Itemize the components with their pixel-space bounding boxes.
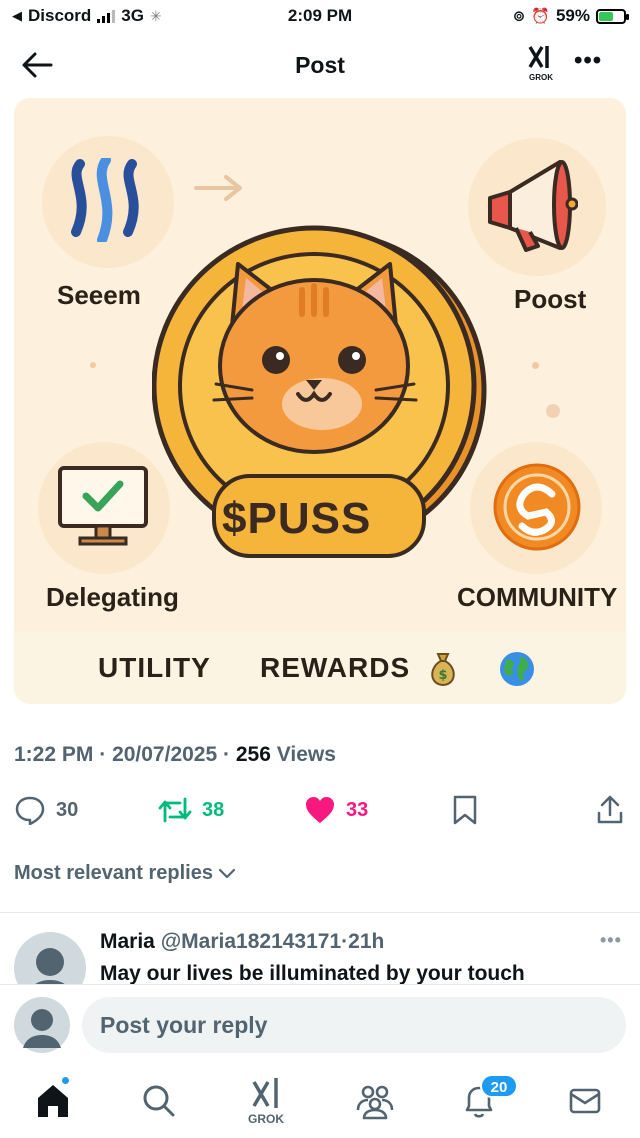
grok-icon xyxy=(252,1078,278,1108)
post-actions: 30 38 33 xyxy=(0,790,640,830)
repost-icon xyxy=(158,797,192,823)
grok-icon xyxy=(528,46,549,68)
coin-ticker: $PUSS xyxy=(222,494,372,543)
battery-fill xyxy=(599,11,613,21)
label-poost: Poost xyxy=(514,284,587,314)
svg-text:$: $ xyxy=(438,668,447,683)
replies-sort-dropdown[interactable]: Most relevant replies xyxy=(14,862,237,885)
notifications-badge: 20 xyxy=(480,1074,518,1098)
post-date: 20/07/2025 xyxy=(112,743,218,766)
reply-more-button[interactable]: ••• xyxy=(600,930,622,951)
battery-icon xyxy=(596,8,629,24)
reply-age: 21h xyxy=(348,930,385,953)
heart-icon xyxy=(306,797,334,823)
views-count: 256 xyxy=(235,743,271,766)
more-options-button[interactable]: ••• xyxy=(574,49,608,76)
meta-separator: · xyxy=(99,743,107,766)
home-icon xyxy=(38,1085,68,1117)
more-dots-icon: ••• xyxy=(574,47,603,74)
chevron-down-icon xyxy=(218,868,236,878)
divider xyxy=(0,912,640,913)
orientation-lock-icon: ⊚ xyxy=(512,8,526,25)
tab-home[interactable] xyxy=(28,1076,78,1126)
replies-sort-label: Most relevant replies xyxy=(14,862,213,884)
grok-label: GROK xyxy=(529,73,553,82)
post-meta: 1:22 PM · 20/07/2025 · 256 Views xyxy=(14,743,336,767)
band-utility: UTILITY xyxy=(98,652,211,683)
decor-dot xyxy=(90,362,96,368)
post-header: Post GROK ••• xyxy=(0,38,640,94)
meta-separator: · xyxy=(223,743,231,766)
tab-grok[interactable]: GROK xyxy=(242,1076,294,1126)
post-image[interactable]: Seeem Poost $PUSS Delegating COMMUNITY U… xyxy=(14,98,626,704)
reply-composer: Post your reply xyxy=(0,984,640,1062)
repost-button[interactable]: 38 xyxy=(158,790,224,830)
decor-dot xyxy=(532,362,539,369)
share-button[interactable] xyxy=(596,790,624,830)
label-community: COMMUNITY xyxy=(457,582,618,612)
band-rewards: REWARDS xyxy=(260,652,411,683)
more-dots-icon: ••• xyxy=(600,930,622,950)
alarm-icon: ⏰ xyxy=(531,8,550,25)
grok-button[interactable]: GROK xyxy=(522,44,560,88)
tab-communities[interactable] xyxy=(350,1076,400,1126)
like-button[interactable]: 33 xyxy=(304,790,368,830)
community-coin-icon xyxy=(493,463,581,551)
repost-count: 38 xyxy=(202,798,225,821)
reply-count: 30 xyxy=(56,798,79,821)
avatar[interactable] xyxy=(14,932,86,986)
search-icon xyxy=(143,1085,175,1117)
post-time: 1:22 PM xyxy=(14,743,94,766)
tab-grok-label: GROK xyxy=(248,1112,284,1126)
monitor-check-icon xyxy=(58,466,148,546)
label-seeem: Seeem xyxy=(57,280,141,310)
battery-percent: 59% xyxy=(555,6,590,25)
reply-author: Maria @Maria182143171·21h xyxy=(100,930,384,954)
label-delegating: Delegating xyxy=(46,582,179,612)
communities-icon xyxy=(356,1085,394,1120)
avatar[interactable] xyxy=(14,997,70,1053)
arrow-right-icon xyxy=(194,175,242,201)
like-count: 33 xyxy=(346,798,369,821)
reply-bubble-icon xyxy=(15,796,45,825)
reply-text: May our lives be illuminated by your tou… xyxy=(100,962,525,985)
share-icon xyxy=(597,795,623,824)
home-unread-dot xyxy=(60,1075,71,1086)
tab-messages[interactable] xyxy=(560,1076,610,1126)
reply-author-handle[interactable]: @Maria182143171 xyxy=(161,930,341,953)
reply-button[interactable]: 30 xyxy=(14,790,78,830)
status-bar: ◀ Discord 3G ✳ 2:09 PM ⊚ ⏰ 59% xyxy=(0,0,640,34)
bookmark-button[interactable] xyxy=(452,790,478,830)
reply-input[interactable]: Post your reply xyxy=(82,997,626,1053)
bookmark-icon xyxy=(453,795,477,825)
money-bag-icon: $ xyxy=(431,653,455,687)
globe-icon xyxy=(500,652,534,686)
tab-search[interactable] xyxy=(134,1076,184,1126)
decor-dot xyxy=(546,404,560,418)
tab-bar: GROK xyxy=(0,1062,640,1138)
mail-icon xyxy=(569,1088,601,1114)
views-label: Views xyxy=(276,743,336,766)
steem-logo-icon xyxy=(71,158,139,242)
megaphone-icon xyxy=(488,160,578,252)
reply-item[interactable]: Maria @Maria182143171·21h ••• May our li… xyxy=(0,922,640,986)
reply-author-name[interactable]: Maria xyxy=(100,930,155,953)
